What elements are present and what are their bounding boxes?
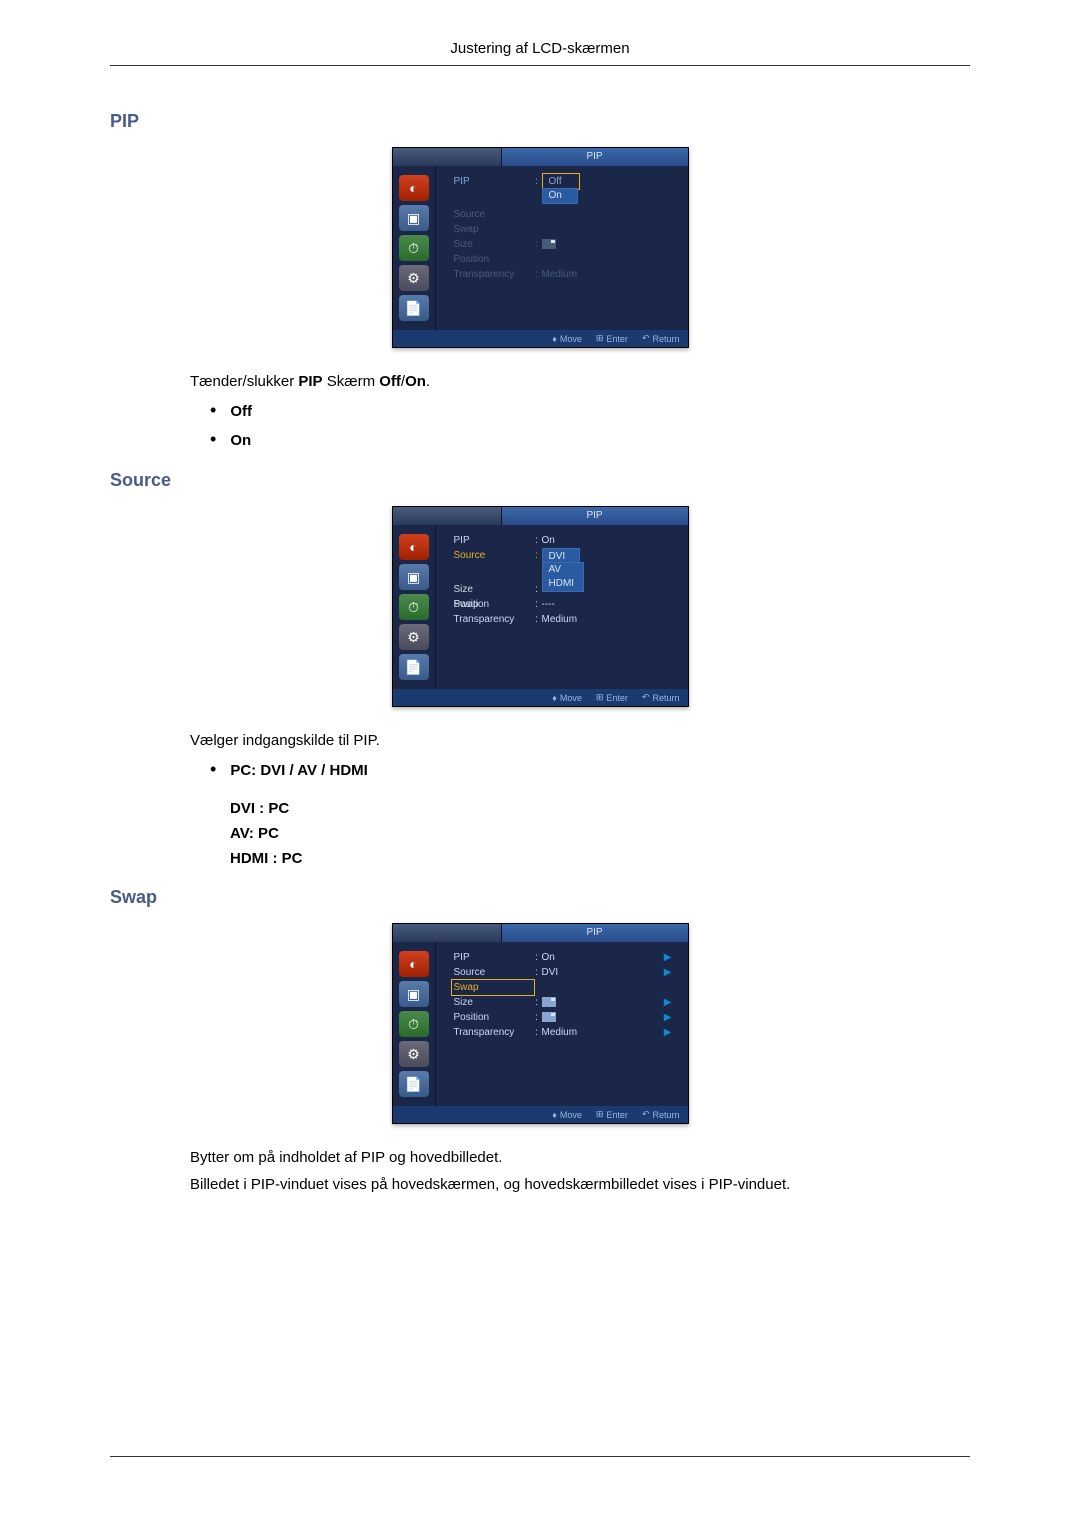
- osd-source-screenshot: PIP ◐ ▣ ⏱ ⚙ 📄 PIP:On Source:DVIAVHDMI Sw…: [392, 506, 689, 707]
- clock-icon: ⏱: [399, 235, 429, 261]
- footer-divider: [110, 1456, 970, 1457]
- bullet-pc-sources: PC: DVI / AV / HDMI: [210, 759, 970, 780]
- picture-icon: ▣: [399, 564, 429, 590]
- swap-text1: Bytter om på indholdet af PIP og hovedbi…: [190, 1149, 970, 1166]
- input-icon: 📄: [399, 654, 429, 680]
- input-icon: 📄: [399, 1071, 429, 1097]
- indent-av: AV: PC: [230, 825, 970, 842]
- source-description: Vælger indgangskilde til PIP.: [190, 732, 970, 749]
- indent-hdmi: HDMI : PC: [230, 850, 970, 867]
- return-hint: ↶ Return: [642, 333, 680, 344]
- clock-icon: ⏱: [399, 594, 429, 620]
- gear-icon: ⚙: [399, 624, 429, 650]
- input-icon: 📄: [399, 295, 429, 321]
- page-header: Justering af LCD-skærmen: [110, 40, 970, 66]
- section-heading-pip: PIP: [110, 111, 970, 132]
- enter-hint: ⊞ Enter: [596, 333, 628, 344]
- bullet-off: Off: [210, 400, 970, 421]
- palette-icon: ◐: [399, 951, 429, 977]
- section-heading-source: Source: [110, 470, 970, 491]
- swap-text2: Billedet i PIP-vinduet vises på hovedskæ…: [190, 1176, 970, 1193]
- indent-dvi: DVI : PC: [230, 800, 970, 817]
- pip-description: Tænder/slukker PIP Skærm Off/On.: [190, 373, 970, 390]
- gear-icon: ⚙: [399, 1041, 429, 1067]
- arrow-right-icon: ▶: [664, 950, 672, 965]
- palette-icon: ◐: [399, 175, 429, 201]
- move-hint: ♦ Move: [552, 333, 582, 344]
- osd-pip-screenshot: PIP ◐ ▣ ⏱ ⚙ 📄 PIP:OffOn Source Swap Size…: [392, 147, 689, 348]
- arrow-right-icon: ▶: [664, 1010, 672, 1025]
- section-heading-swap: Swap: [110, 887, 970, 908]
- gear-icon: ⚙: [399, 265, 429, 291]
- arrow-right-icon: ▶: [664, 995, 672, 1010]
- bullet-on: On: [210, 429, 970, 450]
- osd-swap-screenshot: PIP ◐ ▣ ⏱ ⚙ 📄 PIP:On▶ Source:DVI▶ Swap S…: [392, 923, 689, 1124]
- clock-icon: ⏱: [399, 1011, 429, 1037]
- osd-label-pip: PIP: [454, 174, 532, 189]
- picture-icon: ▣: [399, 981, 429, 1007]
- arrow-right-icon: ▶: [664, 1025, 672, 1040]
- palette-icon: ◐: [399, 534, 429, 560]
- picture-icon: ▣: [399, 205, 429, 231]
- arrow-right-icon: ▶: [664, 965, 672, 980]
- osd-title: PIP: [502, 148, 688, 166]
